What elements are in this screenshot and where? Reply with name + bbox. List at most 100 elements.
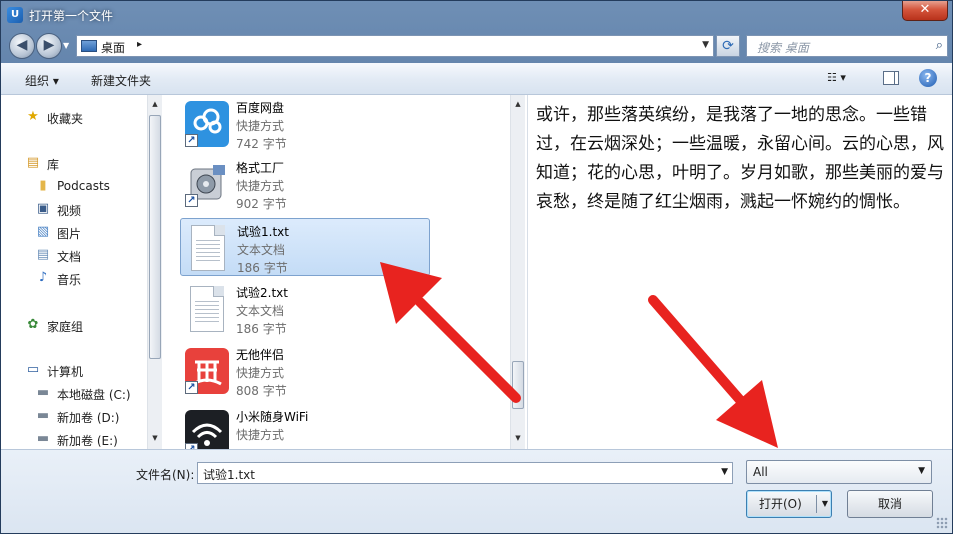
recent-locations-dropdown[interactable]: ▼ xyxy=(63,41,69,50)
text-file-icon xyxy=(191,225,225,271)
nav-label: 本地磁盘 (C:) xyxy=(57,388,131,402)
nav-homegroup[interactable]: ✿ 家庭组 xyxy=(1,315,147,335)
file-size: 186 字节 xyxy=(236,322,287,336)
open-button-label: 打开(O) xyxy=(759,497,802,511)
address-dropdown-icon[interactable]: ▼ xyxy=(702,40,709,50)
file-scroll-thumb[interactable] xyxy=(512,361,524,409)
help-icon[interactable]: ? xyxy=(919,69,937,87)
scroll-up-icon[interactable]: ▲ xyxy=(511,97,525,111)
file-list-scrollbar[interactable]: ▲ ▼ xyxy=(510,95,525,449)
resize-grip[interactable] xyxy=(936,517,948,529)
open-file-dialog: U 打开第一个文件 ✕ ◀ ▶ ▼ 桌面 ▸ ▼ ⟳ 搜索 桌面 ⌕ 组织 ▾ … xyxy=(0,0,953,534)
document-icon: ▤ xyxy=(36,247,50,262)
nav-drive-c[interactable]: ▬ 本地磁盘 (C:) xyxy=(1,383,147,403)
filename-value[interactable]: 试验1.txt xyxy=(203,466,255,483)
nav-label: 文档 xyxy=(57,250,82,264)
list-item[interactable]: ↗ 无他伴侣 快捷方式 808 字节 xyxy=(180,342,430,400)
nav-label: 收藏夹 xyxy=(47,112,84,126)
filename-input[interactable]: 试验1.txt ▼ xyxy=(197,462,733,484)
nav-favorites[interactable]: ★ 收藏夹 xyxy=(1,107,147,127)
refresh-button[interactable]: ⟳ xyxy=(716,35,740,57)
search-icon[interactable]: ⌕ xyxy=(936,38,943,53)
file-size: 186 字节 xyxy=(237,261,288,275)
app-icon: U xyxy=(7,7,23,23)
open-button[interactable]: 打开(O) ▼ xyxy=(746,490,832,518)
nav-library[interactable]: ▤ 库 xyxy=(1,153,147,173)
nav-pictures[interactable]: ▧ 图片 xyxy=(1,222,147,242)
file-type: 快捷方式 xyxy=(236,179,285,193)
homegroup-icon: ✿ xyxy=(27,317,39,332)
nav-label: 家庭组 xyxy=(47,320,84,334)
nav-label: 库 xyxy=(47,158,60,172)
address-location[interactable]: 桌面 xyxy=(101,39,125,56)
desktop-icon xyxy=(81,40,97,52)
video-icon: ▣ xyxy=(36,201,50,216)
file-type: 快捷方式 xyxy=(236,119,285,133)
file-size: 742 字节 xyxy=(236,137,287,151)
file-type: 快捷方式 xyxy=(236,366,285,380)
drive-e-icon: ▬ xyxy=(36,431,50,446)
address-bar[interactable]: 桌面 ▸ ▼ xyxy=(76,35,714,57)
nav-drive-e[interactable]: ▬ 新加卷 (E:) xyxy=(1,429,147,449)
nav-computer[interactable]: ▭ 计算机 xyxy=(1,360,147,380)
scroll-down-icon[interactable]: ▼ xyxy=(148,431,162,445)
close-button[interactable]: ✕ xyxy=(902,1,948,21)
filter-value: All xyxy=(753,465,768,479)
list-item[interactable]: 试验2.txt 文本文档 186 字节 xyxy=(180,280,430,338)
file-name: 试验2.txt xyxy=(236,286,288,300)
split-divider xyxy=(816,495,817,513)
format-factory-icon: ↗ xyxy=(185,161,229,207)
filename-label: 文件名(N): xyxy=(136,468,195,482)
list-item-selected[interactable]: 试验1.txt 文本文档 186 字节 xyxy=(180,218,430,276)
favorites-star-icon: ★ xyxy=(27,109,39,124)
open-options-dropdown-icon[interactable]: ▼ xyxy=(822,491,828,517)
file-size: 808 字节 xyxy=(236,384,287,398)
scroll-up-icon[interactable]: ▲ xyxy=(148,97,162,111)
nav-scroll-thumb[interactable] xyxy=(149,115,161,359)
file-list: ↗ 百度网盘 快捷方式 742 字节 ↗ 格式工厂 快捷方式 902 字节 试验… xyxy=(162,95,510,449)
nav-podcasts[interactable]: ▮ Podcasts xyxy=(1,176,147,196)
search-placeholder: 搜索 桌面 xyxy=(757,41,809,55)
shortcut-arrow-icon: ↗ xyxy=(185,381,198,394)
music-icon: ♪ xyxy=(38,270,48,285)
cancel-button[interactable]: 取消 xyxy=(847,490,933,518)
forward-button[interactable]: ▶ xyxy=(36,33,62,59)
change-view-icon[interactable]: ☷ ▾ xyxy=(827,71,863,87)
drive-c-icon: ▬ xyxy=(36,385,50,400)
nav-label: 视频 xyxy=(57,204,82,218)
back-button[interactable]: ◀ xyxy=(9,33,35,59)
breadcrumb-chevron[interactable]: ▸ xyxy=(137,39,142,50)
dialog-footer: 文件名(N): 试验1.txt ▼ All ▼ 打开(O) ▼ 取消 xyxy=(1,449,952,533)
baidu-netdisk-icon: ↗ xyxy=(185,101,229,147)
file-name: 百度网盘 xyxy=(236,101,285,115)
nav-drive-d[interactable]: ▬ 新加卷 (D:) xyxy=(1,406,147,426)
chevron-down-icon[interactable]: ▼ xyxy=(918,466,925,476)
nav-videos[interactable]: ▣ 视频 xyxy=(1,199,147,219)
nav-label: 图片 xyxy=(57,227,82,241)
content-area: ★ 收藏夹 ▤ 库 ▮ Podcasts ▣ 视频 ▧ 图片 ▤ 文档 ♪ 音乐… xyxy=(1,95,952,449)
preview-pane-toggle-icon[interactable] xyxy=(883,71,899,85)
navigation-pane: ★ 收藏夹 ▤ 库 ▮ Podcasts ▣ 视频 ▧ 图片 ▤ 文档 ♪ 音乐… xyxy=(1,95,147,449)
nav-music[interactable]: ♪ 音乐 xyxy=(1,268,147,288)
nav-documents[interactable]: ▤ 文档 xyxy=(1,245,147,265)
nav-label: 计算机 xyxy=(47,365,84,379)
organize-menu[interactable]: 组织 ▾ xyxy=(25,72,59,89)
file-name: 试验1.txt xyxy=(237,225,289,239)
file-name: 格式工厂 xyxy=(236,161,285,175)
nav-scrollbar[interactable]: ▲ ▼ xyxy=(147,95,162,449)
list-item[interactable]: ↗ 格式工厂 快捷方式 902 字节 xyxy=(180,155,430,213)
file-type-filter-select[interactable]: All ▼ xyxy=(746,460,932,484)
file-type: 文本文档 xyxy=(236,304,285,318)
list-item[interactable]: ↗ 百度网盘 快捷方式 742 字节 xyxy=(180,95,430,153)
file-name: 小米随身WiFi xyxy=(236,410,309,424)
filename-dropdown-icon[interactable]: ▼ xyxy=(721,467,728,477)
window-title: 打开第一个文件 xyxy=(29,9,114,23)
new-folder-button[interactable]: 新建文件夹 xyxy=(91,72,151,89)
search-input[interactable]: 搜索 桌面 ⌕ xyxy=(746,35,948,57)
list-item[interactable]: ↗ 小米随身WiFi 快捷方式 xyxy=(180,404,430,449)
scroll-down-icon[interactable]: ▼ xyxy=(511,431,525,445)
command-toolbar: 组织 ▾ 新建文件夹 ☷ ▾ ? xyxy=(1,63,952,95)
shortcut-arrow-icon: ↗ xyxy=(185,194,198,207)
library-icon: ▤ xyxy=(26,155,40,170)
drive-d-icon: ▬ xyxy=(36,408,50,423)
